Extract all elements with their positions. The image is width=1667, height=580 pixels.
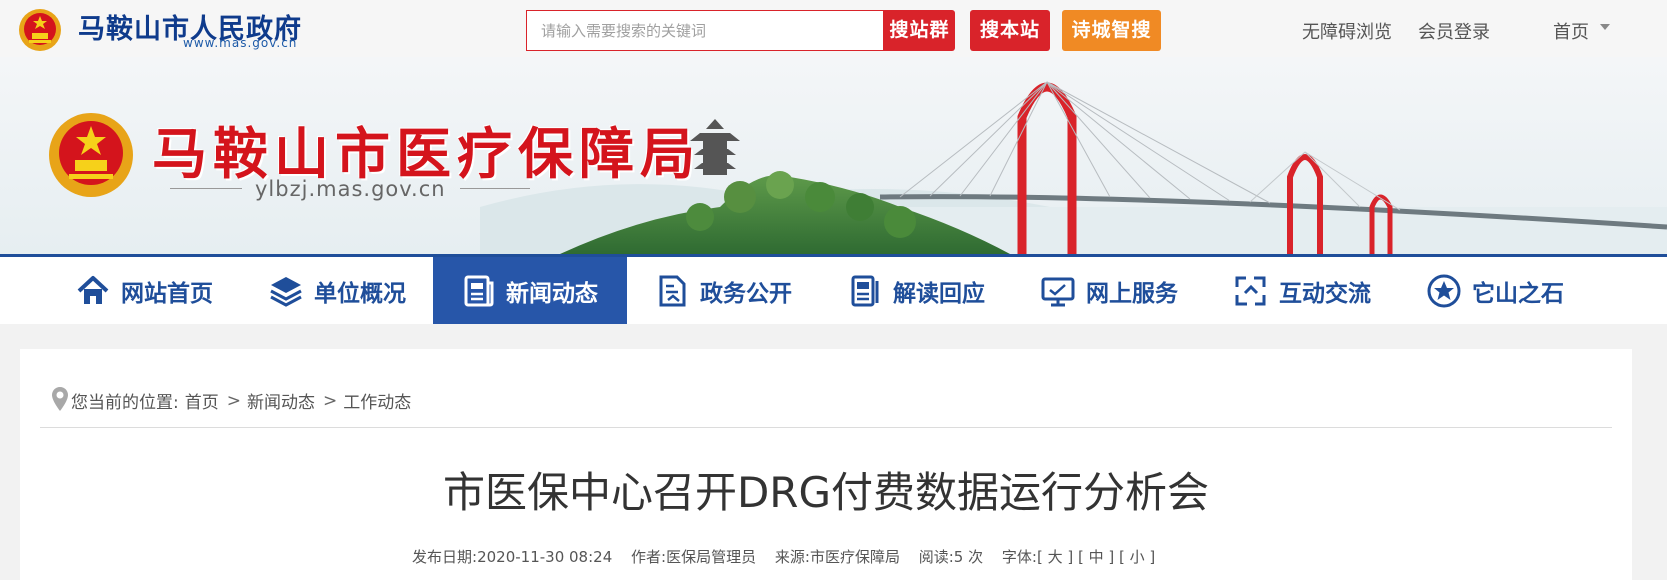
banner-decor-line-left (170, 188, 242, 189)
newspaper-icon (464, 275, 494, 306)
font-size-small-button[interactable]: [ 小 ] (1119, 548, 1155, 566)
main-nav: 网站首页 单位概况 新闻动态 政务公开 解读回应 网上服务 互动交流 它山之石 (0, 254, 1667, 324)
font-size-large-button[interactable]: [ 大 ] (1037, 548, 1073, 566)
layers-icon (270, 276, 302, 307)
home-icon (77, 275, 109, 304)
search-box (526, 10, 884, 51)
nav-item-label: 单位概况 (314, 280, 406, 307)
breadcrumb-divider (40, 427, 1612, 428)
publish-date-value: 2020-11-30 08:24 (477, 548, 613, 566)
banner-decor-line-right (460, 188, 530, 189)
reader-icon (851, 275, 879, 306)
accessibility-link[interactable]: 无障碍浏览 (1302, 18, 1392, 44)
smart-search-button[interactable]: 诗城智搜 (1062, 10, 1161, 51)
document-icon (659, 275, 686, 306)
national-emblem-icon[interactable] (18, 8, 62, 52)
author-label: 作者: (631, 548, 667, 566)
read-count-value: 5 次 (953, 548, 984, 566)
interaction-icon (1235, 276, 1266, 305)
read-count-label: 阅读: (918, 548, 954, 566)
nav-item-reference[interactable]: 它山之石 (1426, 257, 1564, 324)
nav-item-label: 网站首页 (121, 280, 213, 307)
article-title: 市医保中心召开DRG付费数据运行分析会 (442, 468, 1210, 517)
author-value: 医保局管理员 (666, 548, 757, 566)
search-input[interactable] (527, 11, 879, 50)
home-dropdown[interactable]: 首页 (1553, 18, 1589, 44)
national-emblem-icon (49, 113, 133, 197)
nav-item-interaction[interactable]: 互动交流 (1233, 257, 1371, 324)
nav-item-overview[interactable]: 单位概况 (268, 257, 406, 324)
breadcrumb: 您当前的位置: 首页 > 新闻动态 > 工作动态 (52, 387, 417, 413)
nav-item-label: 它山之石 (1472, 280, 1564, 307)
nav-item-interpretation[interactable]: 解读回应 (847, 257, 985, 324)
nav-item-label: 新闻动态 (506, 280, 598, 307)
nav-item-online-service[interactable]: 网上服务 (1040, 257, 1178, 324)
top-bar: 马鞍山市人民政府 www.mas.gov.cn 搜站群 搜本站 诗城智搜 无障碍… (0, 0, 1667, 57)
nav-item-home[interactable]: 网站首页 (75, 257, 213, 324)
article-meta: 发布日期:2020-11-30 08:24 作者:医保局管理员 来源:市医疗保障… (412, 546, 1169, 567)
nav-item-label: 互动交流 (1279, 280, 1371, 307)
breadcrumb-home[interactable]: 首页 (185, 388, 219, 413)
department-url: ylbzj.mas.gov.cn (255, 177, 446, 201)
member-login-link[interactable]: 会员登录 (1418, 18, 1490, 44)
chevron-down-icon[interactable] (1600, 24, 1610, 30)
monitor-icon (1041, 277, 1075, 306)
nav-item-public-affairs[interactable]: 政务公开 (654, 257, 792, 324)
breadcrumb-separator: > (226, 390, 241, 411)
breadcrumb-news[interactable]: 新闻动态 (247, 388, 315, 413)
search-site-button[interactable]: 搜本站 (970, 10, 1050, 51)
nav-item-label: 网上服务 (1086, 280, 1178, 307)
source-value: 市医疗保障局 (809, 548, 900, 566)
source-label: 来源: (774, 548, 810, 566)
site-banner: 马鞍山市医疗保障局 ylbzj.mas.gov.cn (0, 57, 1667, 254)
breadcrumb-prefix: 您当前的位置: (71, 393, 179, 413)
location-pin-icon (52, 387, 68, 411)
nav-item-label: 解读回应 (893, 280, 985, 307)
font-size-label: 字体: (1001, 548, 1037, 566)
nav-item-label: 政务公开 (700, 280, 792, 307)
breadcrumb-separator: > (322, 390, 338, 411)
star-icon (1427, 274, 1461, 307)
font-size-medium-button[interactable]: [ 中 ] (1078, 548, 1114, 566)
search-group-button[interactable]: 搜站群 (884, 10, 955, 51)
gov-site-url: www.mas.gov.cn (183, 36, 298, 50)
breadcrumb-work-news[interactable]: 工作动态 (343, 388, 411, 413)
nav-item-news[interactable]: 新闻动态 (433, 257, 627, 324)
publish-date-label: 发布日期: (412, 548, 478, 566)
